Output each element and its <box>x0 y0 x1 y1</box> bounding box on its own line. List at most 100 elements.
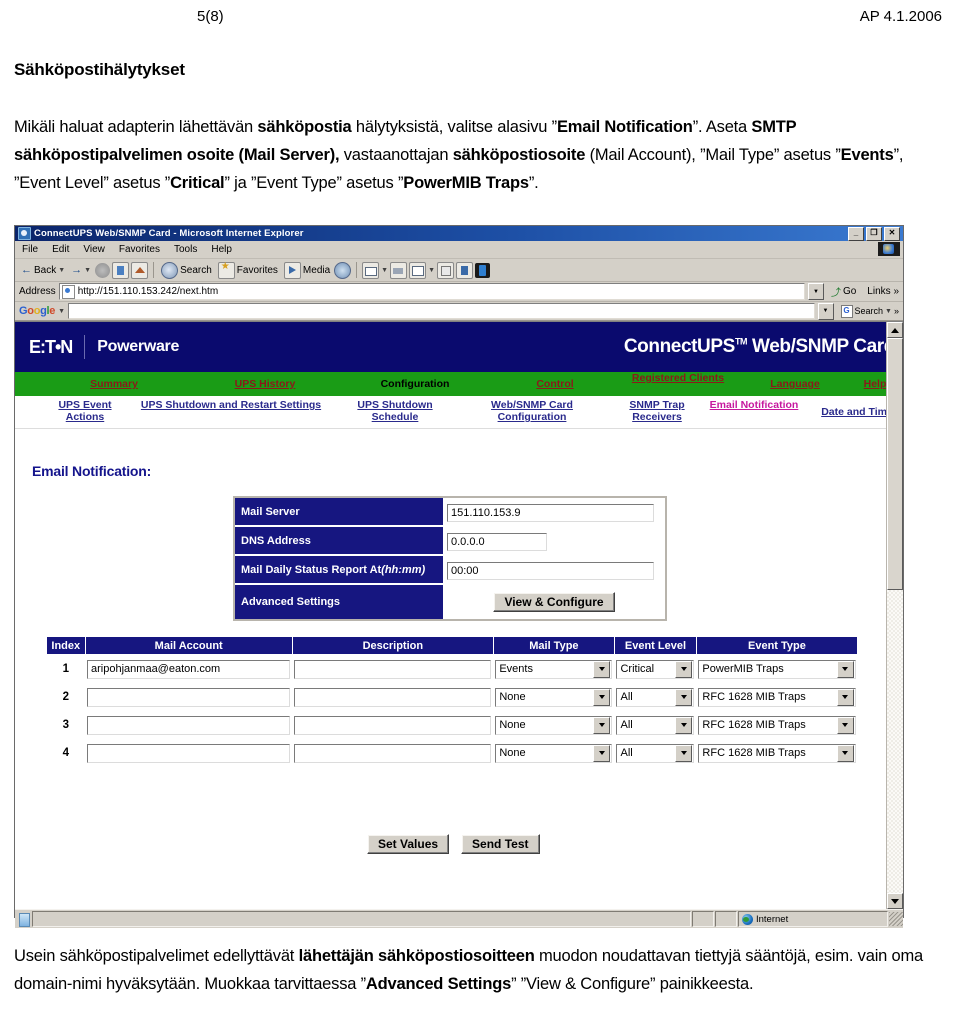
menu-item-favorites[interactable]: Favorites <box>112 244 167 255</box>
chevron-down-icon[interactable] <box>836 660 854 678</box>
history-icon[interactable] <box>334 261 352 279</box>
page-scrollbar[interactable] <box>886 322 903 909</box>
mail-account-input-1[interactable]: aripohjanmaa@eaton.com <box>87 659 291 679</box>
subnav-websnmp-card-configuration[interactable]: Web/SNMP Card Configuration <box>462 399 602 423</box>
scroll-up-button[interactable] <box>887 322 903 338</box>
chevron-down-icon[interactable] <box>593 660 611 678</box>
mail-icon[interactable] <box>362 261 380 279</box>
mail-dropdown-icon[interactable]: ▼ <box>381 267 388 274</box>
mail-type-value-1: Events <box>499 663 533 675</box>
event-level-select-2[interactable]: All <box>616 687 695 707</box>
daily-report-input[interactable]: 00:00 <box>447 561 654 580</box>
description-input-3[interactable] <box>294 715 492 735</box>
edit-dropdown-icon[interactable]: ▼ <box>428 267 435 274</box>
mail-type-select-1[interactable]: Events <box>495 659 613 679</box>
google-search-input[interactable] <box>68 303 815 319</box>
menu-item-help[interactable]: Help <box>204 244 239 255</box>
nav-registered-clients[interactable]: Registered Clients <box>623 373 733 384</box>
forward-button[interactable]: → ▼ <box>69 264 93 276</box>
menu-item-file[interactable]: File <box>15 244 45 255</box>
nav-configuration[interactable]: Configuration <box>345 379 485 390</box>
google-search-dropdown-icon[interactable]: ▼ <box>885 308 892 315</box>
google-overflow-icon[interactable]: » <box>894 306 899 316</box>
chevron-down-icon[interactable] <box>675 660 693 678</box>
refresh-icon[interactable] <box>112 261 130 279</box>
event-level-select-4[interactable]: All <box>616 743 695 763</box>
chevron-down-icon[interactable] <box>675 688 693 706</box>
google-menu-icon[interactable]: ▼ <box>58 308 65 315</box>
subnav-ups-shutdown-schedule[interactable]: UPS Shutdown Schedule <box>333 399 457 423</box>
mail-type-select-2[interactable]: None <box>495 687 613 707</box>
menu-item-view[interactable]: View <box>76 244 112 255</box>
edit-icon[interactable] <box>409 261 427 279</box>
eaton-logo: E:T•N <box>29 336 73 357</box>
mail-account-input-3[interactable] <box>87 715 291 735</box>
event-level-select-3[interactable]: All <box>616 715 695 735</box>
google-logo[interactable]: Google <box>19 305 55 317</box>
view-and-configure-button[interactable]: View & Configure <box>493 592 615 612</box>
address-dropdown-button[interactable]: ▼ <box>807 283 824 300</box>
media-button[interactable]: Media <box>282 261 332 279</box>
menu-item-edit[interactable]: Edit <box>45 244 76 255</box>
back-button[interactable]: ← Back ▼ <box>19 264 67 276</box>
mail-type-select-4[interactable]: None <box>495 743 613 763</box>
messenger-icon[interactable] <box>456 261 474 279</box>
config-row-advanced-settings: Advanced Settings View & Configure <box>235 585 665 619</box>
description-input-2[interactable] <box>294 687 492 707</box>
print-icon[interactable] <box>390 261 408 279</box>
send-test-button[interactable]: Send Test <box>461 834 540 854</box>
table-row: 4 None All RFC 1628 MIB Traps <box>47 739 858 767</box>
chevron-down-icon[interactable] <box>593 688 611 706</box>
discuss-icon[interactable] <box>437 261 455 279</box>
mail-server-input[interactable]: 151.110.153.9 <box>447 503 654 522</box>
menu-item-tools[interactable]: Tools <box>167 244 204 255</box>
subnav-ups-shutdown-restart-settings[interactable]: UPS Shutdown and Restart Settings <box>135 399 327 411</box>
subnav-ups-event-actions[interactable]: UPS Event Actions <box>39 399 131 423</box>
search-button[interactable]: Search <box>159 261 214 279</box>
back-dropdown-icon[interactable]: ▼ <box>58 267 65 274</box>
go-button[interactable]: ⤴ Go <box>827 284 860 299</box>
nav-ups-history[interactable]: UPS History <box>205 379 325 390</box>
google-history-dropdown[interactable]: ▼ <box>817 302 834 320</box>
google-search-button[interactable]: G Search ▼ » <box>837 304 903 318</box>
mail-type-select-3[interactable]: None <box>495 715 613 735</box>
close-button[interactable]: ✕ <box>884 226 900 241</box>
chevron-down-icon[interactable] <box>593 744 611 762</box>
event-level-select-1[interactable]: Critical <box>616 659 695 679</box>
chevron-down-icon[interactable] <box>836 716 854 734</box>
links-button[interactable]: Links » <box>863 286 903 297</box>
chevron-down-icon[interactable] <box>836 688 854 706</box>
event-type-select-2[interactable]: RFC 1628 MIB Traps <box>698 687 856 707</box>
forward-dropdown-icon[interactable]: ▼ <box>84 267 91 274</box>
mail-account-input-4[interactable] <box>87 743 291 763</box>
event-type-select-3[interactable]: RFC 1628 MIB Traps <box>698 715 856 735</box>
minimize-button[interactable]: _ <box>848 226 864 241</box>
mail-account-input-2[interactable] <box>87 687 291 707</box>
subnav-snmp-trap-receivers[interactable]: SNMP Trap Receivers <box>609 399 705 423</box>
event-type-select-4[interactable]: RFC 1628 MIB Traps <box>698 743 856 763</box>
scrollbar-track[interactable] <box>887 590 903 893</box>
chevron-down-icon[interactable] <box>675 716 693 734</box>
maximize-button[interactable]: ❐ <box>866 226 882 241</box>
description-input-1[interactable] <box>294 659 492 679</box>
bluetooth-icon[interactable] <box>475 262 491 278</box>
nav-language[interactable]: Language <box>745 379 845 390</box>
chevron-down-icon[interactable] <box>836 744 854 762</box>
stop-icon[interactable] <box>95 262 111 278</box>
chevron-down-icon[interactable] <box>675 744 693 762</box>
nav-control[interactable]: Control <box>505 379 605 390</box>
set-values-button[interactable]: Set Values <box>367 834 450 854</box>
resize-grip[interactable] <box>889 912 903 926</box>
scrollbar-thumb[interactable] <box>887 338 903 590</box>
main-navigation: Summary UPS History Configuration Contro… <box>15 372 903 396</box>
chevron-down-icon[interactable] <box>593 716 611 734</box>
home-icon[interactable] <box>131 261 149 279</box>
scroll-down-button[interactable] <box>887 893 903 909</box>
nav-summary[interactable]: Summary <box>59 379 169 390</box>
address-input[interactable]: http://151.110.153.242/next.htm <box>58 283 805 300</box>
subnav-email-notification[interactable]: Email Notification <box>709 399 799 411</box>
favorites-button[interactable]: Favorites <box>216 261 280 279</box>
description-input-4[interactable] <box>294 743 492 763</box>
dns-address-input[interactable]: 0.0.0.0 <box>447 532 547 551</box>
event-type-select-1[interactable]: PowerMIB Traps <box>698 659 856 679</box>
